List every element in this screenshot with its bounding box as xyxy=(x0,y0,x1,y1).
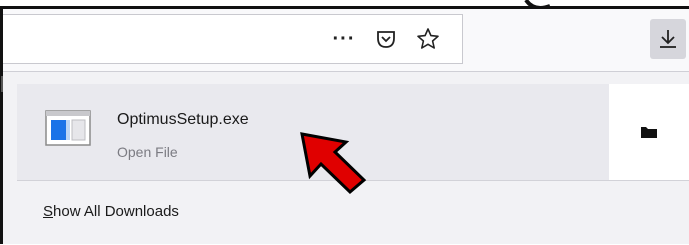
show-all-downloads-button[interactable]: Show All Downloads xyxy=(43,203,179,220)
pocket-icon[interactable] xyxy=(372,25,400,53)
page-actions-label: ··· xyxy=(332,28,356,50)
downloads-screenshot: { "toolbar": { "page_actions_label": "··… xyxy=(0,0,689,244)
folder-icon xyxy=(641,127,657,138)
red-arrow-icon xyxy=(300,132,367,195)
download-status: Open File xyxy=(117,144,178,160)
download-icon xyxy=(660,30,676,48)
show-in-folder-button[interactable] xyxy=(609,84,689,180)
page-action-icons: ··· xyxy=(330,24,442,54)
download-file-name: OptimusSetup.exe xyxy=(117,111,249,128)
bookmark-star-icon[interactable] xyxy=(414,25,442,53)
downloads-toolbar-button[interactable] xyxy=(650,19,686,59)
page-actions-icon[interactable]: ··· xyxy=(330,25,358,53)
show-all-label-rest: how All Downloads xyxy=(53,203,179,220)
accesskey-letter: S xyxy=(43,203,54,220)
exe-file-icon xyxy=(45,110,91,146)
